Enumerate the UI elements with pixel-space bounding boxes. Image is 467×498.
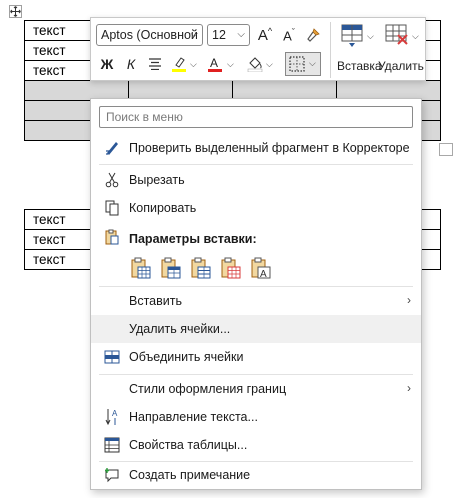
font-color-button[interactable]: A	[204, 53, 226, 75]
table-insert-icon	[341, 24, 363, 47]
insert-button[interactable]: ⌵ Вставка	[337, 22, 382, 78]
highlighter-icon	[172, 57, 186, 72]
delete-button[interactable]: ⌵ Удалить	[378, 22, 424, 78]
menu-item-border-styles[interactable]: Стили оформления границ ›	[91, 375, 421, 403]
chevron-down-icon: ⌵	[190, 29, 198, 40]
increase-font-icon: A^	[257, 26, 273, 44]
bold-icon: Ж	[100, 56, 114, 72]
paste-text-only-icon: A	[251, 257, 271, 279]
insert-label: Вставка	[337, 59, 382, 73]
font-name-value: Aptos (Основной	[101, 28, 198, 42]
paste-clipboard-icon	[103, 228, 121, 246]
new-comment-icon	[103, 466, 121, 484]
menu-item-label: Вставить	[129, 294, 182, 308]
svg-text:A: A	[210, 56, 218, 70]
svg-text:A: A	[112, 409, 118, 418]
mini-toolbar: Aptos (Основной ⌵ 12 ⌵ A^ Aˇ Ж К ⌵ A ⌵ ⌵…	[90, 17, 426, 81]
chevron-down-icon: ⌵	[237, 29, 245, 40]
move-arrows-icon	[10, 6, 21, 17]
paste-insert-rows-icon	[191, 257, 211, 279]
text-direction-icon: A	[103, 408, 121, 426]
paste-overwrite-cells-icon	[221, 257, 241, 279]
font-size-combo[interactable]: 12 ⌵	[207, 24, 250, 46]
paste-merge-table-button[interactable]	[161, 257, 181, 279]
paste-insert-rows-button[interactable]	[191, 257, 211, 279]
italic-icon: К	[126, 56, 136, 72]
shading-button[interactable]	[244, 53, 266, 75]
menu-item-insert[interactable]: Вставить ›	[91, 287, 421, 315]
insert-dropdown-icon: ⌵	[367, 31, 374, 41]
table-delete-icon	[385, 24, 408, 45]
increase-font-size-button[interactable]: A^	[254, 24, 276, 46]
menu-separator	[99, 164, 413, 165]
decrease-font-icon: Aˇ	[283, 26, 295, 44]
paste-overwrite-cells-button[interactable]	[221, 257, 241, 279]
menu-item-label: Проверить выделенный фрагмент в Корректо…	[129, 141, 410, 155]
italic-button[interactable]: К	[120, 53, 142, 75]
menu-item-label: Копировать	[129, 201, 197, 215]
proofing-pen-icon	[103, 139, 121, 157]
paste-options-header: Параметры вставки:	[129, 232, 257, 246]
submenu-arrow-icon: ›	[407, 293, 411, 307]
menu-item-label: Вырезать	[129, 173, 185, 187]
table-resize-handle[interactable]	[439, 143, 453, 156]
svg-text:A: A	[260, 269, 267, 279]
menu-item-label: Объединить ячейки	[129, 350, 244, 364]
align-center-button[interactable]	[144, 53, 166, 75]
paste-nest-table-button[interactable]	[131, 257, 151, 279]
copy-icon	[103, 199, 121, 217]
menu-item-delete-cells[interactable]: Удалить ячейки...	[91, 315, 421, 343]
shading-dropdown-icon[interactable]: ⌵	[266, 59, 273, 70]
font-size-value: 12	[212, 28, 226, 42]
format-painter-icon	[307, 28, 320, 42]
submenu-arrow-icon: ›	[407, 381, 411, 395]
font-color-dropdown-icon[interactable]: ⌵	[227, 59, 234, 70]
borders-icon	[289, 56, 305, 72]
paint-bucket-icon	[247, 57, 263, 72]
borders-button[interactable]: ⌵	[285, 52, 321, 76]
menu-item-label: Стили оформления границ	[129, 382, 287, 396]
menu-item-new-comment[interactable]: Создать примечание	[91, 461, 421, 489]
menu-search-placeholder: Поиск в меню	[106, 110, 183, 124]
context-menu: Поиск в меню Проверить выделенный фрагме…	[90, 98, 422, 490]
menu-item-cut[interactable]: Вырезать	[91, 166, 421, 194]
menu-item-label: Удалить ячейки...	[129, 322, 231, 336]
table-move-handle[interactable]	[9, 5, 22, 18]
align-center-icon	[149, 58, 161, 70]
highlight-button[interactable]	[168, 53, 190, 75]
delete-dropdown-icon: ⌵	[412, 31, 419, 41]
menu-item-label: Создать примечание	[129, 468, 251, 482]
paste-nest-table-icon	[131, 257, 151, 279]
paste-text-only-button[interactable]: A	[251, 257, 271, 279]
format-painter-button[interactable]	[302, 24, 324, 46]
table-properties-icon	[103, 436, 121, 454]
decrease-font-size-button[interactable]: Aˇ	[278, 24, 300, 46]
bold-button[interactable]: Ж	[96, 53, 118, 75]
toolbar-separator	[330, 22, 331, 78]
menu-search-input[interactable]: Поиск в меню	[99, 106, 413, 128]
menu-item-merge-cells[interactable]: Объединить ячейки	[91, 343, 421, 371]
menu-item-label: Свойства таблицы...	[129, 438, 248, 452]
menu-item-copy[interactable]: Копировать	[91, 194, 421, 222]
menu-item-label: Направление текста...	[129, 410, 258, 424]
scissors-icon	[103, 171, 121, 189]
font-name-combo[interactable]: Aptos (Основной ⌵	[96, 24, 203, 46]
menu-item-text-direction[interactable]: A Направление текста...	[91, 403, 421, 431]
delete-label: Удалить	[378, 59, 424, 73]
merge-cells-icon	[103, 348, 121, 366]
font-color-icon: A	[208, 56, 222, 72]
menu-item-table-properties[interactable]: Свойства таблицы...	[91, 431, 421, 459]
borders-dropdown-icon: ⌵	[309, 58, 316, 68]
paste-merge-table-icon	[161, 257, 181, 279]
highlight-dropdown-icon[interactable]: ⌵	[190, 59, 197, 70]
menu-item-proofing[interactable]: Проверить выделенный фрагмент в Корректо…	[91, 134, 421, 162]
